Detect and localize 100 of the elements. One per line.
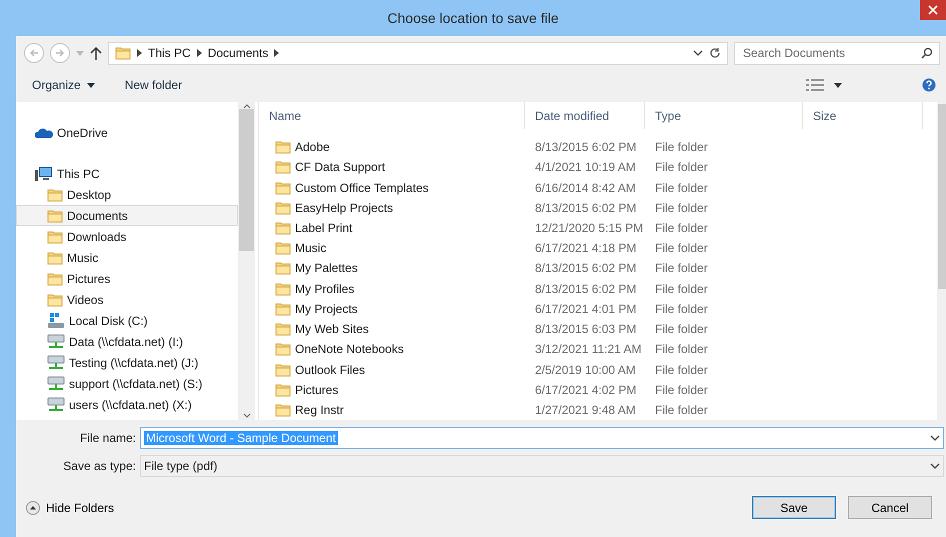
file-row[interactable]: Outlook Files 2/5/2019 10:00 AM File folder	[259, 359, 937, 380]
help-button[interactable]	[922, 78, 936, 92]
file-name: My Palettes	[295, 261, 358, 276]
chevron-icon	[196, 49, 202, 57]
nav-item[interactable]: Music	[16, 247, 238, 268]
column-header[interactable]: Size	[803, 102, 923, 130]
folder-icon	[275, 362, 291, 377]
back-arrow-icon	[29, 48, 39, 58]
column-header[interactable]: Date modified	[525, 102, 645, 130]
file-row[interactable]: My Web Sites 8/13/2015 6:03 PM File folder	[259, 318, 937, 340]
nav-item[interactable]: Videos	[16, 289, 238, 310]
breadcrumb[interactable]: Documents	[208, 46, 268, 60]
dropdown-icon	[930, 463, 940, 469]
nav-item[interactable]: Pictures	[16, 268, 238, 289]
scroll-down-icon[interactable]	[242, 413, 250, 418]
file-row[interactable]: EasyHelp Projects 8/13/2015 6:02 PM File folder	[259, 198, 937, 218]
close-button[interactable]	[920, 0, 946, 20]
column-header[interactable]: Type	[645, 102, 803, 130]
breadcrumb[interactable]: This PC	[148, 46, 191, 60]
file-name: Music	[295, 241, 326, 256]
nav-item[interactable]: Data (\\cfdata.net) (I:)	[16, 331, 238, 352]
nav-item[interactable]: Local Disk (C:)	[16, 310, 238, 331]
nav-item-label: Desktop	[67, 188, 112, 202]
folder-icon	[275, 342, 291, 356]
file-name: Adobe	[295, 140, 330, 154]
address-bar[interactable]: This PC Documents	[108, 42, 728, 64]
nav-item-label: Local Disk (C:)	[69, 314, 148, 328]
dropdown-icon[interactable]	[930, 435, 940, 441]
file-row[interactable]: Adobe 8/13/2015 6:02 PM File folder	[259, 137, 937, 158]
file-row[interactable]: My Projects 6/17/2021 4:01 PM File folder	[259, 298, 937, 319]
save-button[interactable]: Save	[752, 496, 836, 519]
column-header[interactable]: Name	[259, 102, 525, 130]
folder-icon	[275, 160, 291, 174]
file-row[interactable]: Custom Office Templates 6/16/2014 8:42 AM File folder	[259, 177, 937, 198]
nav-item[interactable]: Testing (\\cfdata.net) (J:)	[16, 352, 238, 373]
view-options-button[interactable]	[806, 79, 842, 91]
folder-icon	[275, 402, 291, 417]
date-cell: 6/17/2021 4:01 PM	[535, 300, 636, 317]
help-icon	[922, 78, 936, 92]
file-row[interactable]: My Palettes 8/13/2015 6:02 PM File folder	[259, 258, 937, 279]
file-name: Outlook Files	[295, 362, 366, 377]
up-arrow-button[interactable]	[90, 46, 102, 60]
type-cell: File folder	[655, 240, 708, 256]
date-cell: 8/13/2015 6:02 PM	[535, 200, 636, 216]
nav-item-label: Data (\\cfdata.net) (I:)	[69, 334, 184, 348]
file-name-label: File name:	[78, 431, 137, 445]
file-row[interactable]: OneNote Notebooks 3/12/2021 11:21 AM File folder	[259, 339, 937, 360]
nav-item-label: OneDrive	[57, 126, 108, 140]
up-arrow-icon	[90, 46, 102, 60]
date-cell: 8/13/2015 6:02 PM	[535, 280, 636, 297]
file-name: CF Data Support	[295, 160, 386, 174]
network-drive-icon	[47, 334, 65, 350]
list-view-icon	[806, 79, 824, 91]
scrollbar[interactable]	[937, 102, 946, 420]
hide-folders-button[interactable]: Hide Folders	[26, 500, 114, 514]
date-cell: 6/17/2021 4:18 PM	[535, 240, 636, 256]
folder-icon	[275, 322, 291, 336]
nav-item-label: Documents	[67, 208, 128, 222]
nav-item[interactable]: Documents	[16, 205, 238, 226]
date-cell: 3/12/2021 11:21 AM	[535, 341, 642, 358]
date-cell: 6/17/2021 4:02 PM	[535, 382, 636, 398]
cancel-button[interactable]: Cancel	[848, 496, 932, 519]
scroll-up-icon[interactable]	[242, 104, 250, 109]
save-as-type-label: Save as type:	[62, 459, 137, 473]
date-cell: 6/16/2014 8:42 AM	[535, 180, 636, 196]
file-row[interactable]: Music 6/17/2021 4:18 PM File folder	[259, 238, 937, 258]
nav-item[interactable]: OneDrive	[16, 122, 238, 143]
folder-icon	[47, 272, 63, 286]
file-row[interactable]: Label Print 12/21/2020 5:15 PM File folder	[259, 218, 937, 238]
refresh-icon[interactable]	[709, 47, 721, 59]
date-cell: 2/5/2019 10:00 AM	[535, 362, 636, 378]
type-cell: File folder	[655, 321, 708, 338]
type-cell: File folder	[655, 382, 708, 398]
file-name: My Profiles	[295, 282, 354, 296]
dropdown-icon[interactable]	[693, 50, 703, 56]
file-row[interactable]: Reg Instr 1/27/2021 9:48 AM File folder	[259, 400, 937, 420]
nav-item[interactable]: Downloads	[16, 226, 238, 247]
date-cell: 8/13/2015 6:03 PM	[535, 321, 636, 338]
nav-item[interactable]: support (\\cfdata.net) (S:)	[16, 373, 238, 394]
file-row[interactable]: My Profiles 8/13/2015 6:02 PM File folder	[259, 278, 937, 299]
collapse-icon	[26, 500, 40, 514]
search-field[interactable]: Search Documents	[734, 42, 940, 64]
folder-icon	[275, 220, 291, 235]
search-input[interactable]: Search Documents	[741, 45, 911, 61]
organize-menu[interactable]: Organize	[32, 78, 95, 92]
file-row[interactable]: Pictures 6/17/2021 4:02 PM File folder	[259, 380, 937, 400]
nav-item[interactable]: This PC	[16, 163, 238, 184]
type-cell: File folder	[655, 260, 708, 276]
nav-item[interactable]: Desktop	[16, 184, 238, 205]
folder-icon	[275, 180, 291, 195]
search-icon	[921, 47, 933, 59]
caret-icon	[834, 82, 842, 88]
new-folder-button[interactable]: New folder	[124, 78, 182, 92]
save-as-type-dropdown[interactable]: File type (pdf)	[140, 455, 944, 477]
date-cell: 8/13/2015 6:02 PM	[535, 139, 636, 156]
date-cell: 4/1/2021 10:19 AM	[535, 159, 636, 176]
cloud-icon	[35, 126, 53, 138]
file-name: Pictures	[295, 382, 338, 397]
file-row[interactable]: CF Data Support 4/1/2021 10:19 AM File folder	[259, 157, 937, 178]
nav-item[interactable]: users (\\cfdata.net) (X:)	[16, 394, 238, 415]
